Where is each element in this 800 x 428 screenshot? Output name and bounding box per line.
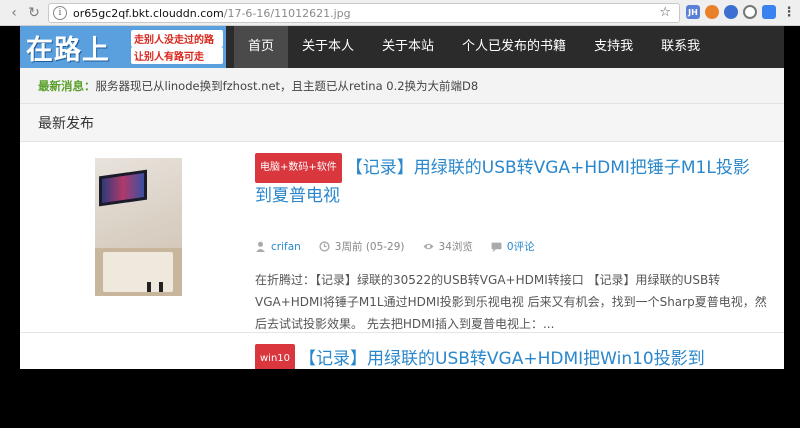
fox-extension-icon[interactable] [705,5,719,19]
reload-icon[interactable]: ↻ [24,3,44,23]
time-meta: 3周前 (05-29) [319,239,405,254]
eye-icon [423,243,433,250]
nav-item-books[interactable]: 个人已发布的书籍 [448,26,580,68]
web-page: 在路上 走别人没走过的路 让别人有路可走 首页 关于本人 关于本站 个人已发布的… [20,26,784,369]
nav-item-support[interactable]: 支持我 [580,26,647,68]
logo-slogan: 走别人没走过的路 让别人有路可走 [131,30,223,64]
bookmark-star-icon[interactable]: ☆ [659,5,671,20]
menu-icon[interactable]: ⋮ [782,5,796,20]
category-badge[interactable]: 电脑+数码+软件 [255,153,342,183]
logo-slogan-line-1: 走别人没走过的路 [131,30,223,47]
logo-text: 在路上 [26,34,110,66]
post-title[interactable]: 电脑+数码+软件 【记录】用绿联的USB转VGA+HDMI把锤子M1L投影到夏普电… [255,153,755,209]
user-icon [256,241,265,252]
jh-extension-icon[interactable]: JH [686,5,700,19]
back-icon[interactable]: ‹ [4,3,24,23]
shield-extension-icon[interactable] [724,5,738,19]
nav-item-home[interactable]: 首页 [234,26,289,68]
translate-extension-icon[interactable] [762,5,776,19]
news-ticker: 最新消息： 服务器现已从linode换到fzhost.net，且主题已从reti… [20,68,784,104]
post-title-text[interactable]: 【记录】用绿联的USB转VGA+HDMI把Win10投影到 [299,349,705,369]
post-item: win10 【记录】用绿联的USB转VGA+HDMI把Win10投影到 [20,334,784,369]
url-path: /17-6-16/11012621.jpg [223,6,351,20]
news-text: 服务器现已从linode换到fzhost.net，且主题已从retina 0.2… [95,78,479,93]
post-title[interactable]: win10 【记录】用绿联的USB转VGA+HDMI把Win10投影到 [255,344,775,369]
news-label: 最新消息： [38,78,96,93]
post-thumbnail[interactable] [95,158,182,296]
nav-item-about-me[interactable]: 关于本人 [288,26,368,68]
thumbnail-device [147,282,151,292]
logo-slogan-line-2: 让别人有路可走 [131,47,223,64]
clock-icon [319,241,330,252]
post-views: 34浏览 [438,241,473,253]
circle-extension-icon[interactable] [743,5,757,19]
address-bar[interactable]: i or65gc2qf.bkt.clouddn.com/17-6-16/1101… [48,3,680,23]
post-author[interactable]: crifan [271,241,301,253]
browser-toolbar: ‹ ↻ i or65gc2qf.bkt.clouddn.com/17-6-16/… [0,0,800,26]
post-item: 电脑+数码+软件 【记录】用绿联的USB转VGA+HDMI把锤子M1L投影到夏普电… [20,143,784,333]
author-meta: crifan [255,241,301,253]
post-excerpt: 在折腾过：【记录】绿联的30522的USB转VGA+HDMI转接口 【记录】用绿… [255,273,767,331]
post-comments[interactable]: 0评论 [507,239,535,254]
comment-icon [491,242,502,252]
info-icon[interactable]: i [53,6,67,20]
nav-item-contact[interactable]: 联系我 [647,26,714,68]
site-header: 在路上 走别人没走过的路 让别人有路可走 首页 关于本人 关于本站 个人已发布的… [20,26,784,68]
category-badge[interactable]: win10 [255,344,296,369]
post-time: 3周前 (05-29) [334,241,405,253]
views-meta: 34浏览 [423,239,473,254]
url-host: or65gc2qf.bkt.clouddn.com [73,6,224,20]
post-meta: crifan 3周前 (05-29) 34浏览 0评论 [255,239,553,254]
main-nav: 首页 关于本人 关于本站 个人已发布的书籍 支持我 联系我 [234,26,714,68]
thumbnail-device [159,282,163,292]
section-title: 最新发布 [20,104,784,142]
nav-item-about-site[interactable]: 关于本站 [368,26,448,68]
comments-meta: 0评论 [491,239,535,254]
site-logo[interactable]: 在路上 走别人没走过的路 让别人有路可走 [20,26,226,68]
